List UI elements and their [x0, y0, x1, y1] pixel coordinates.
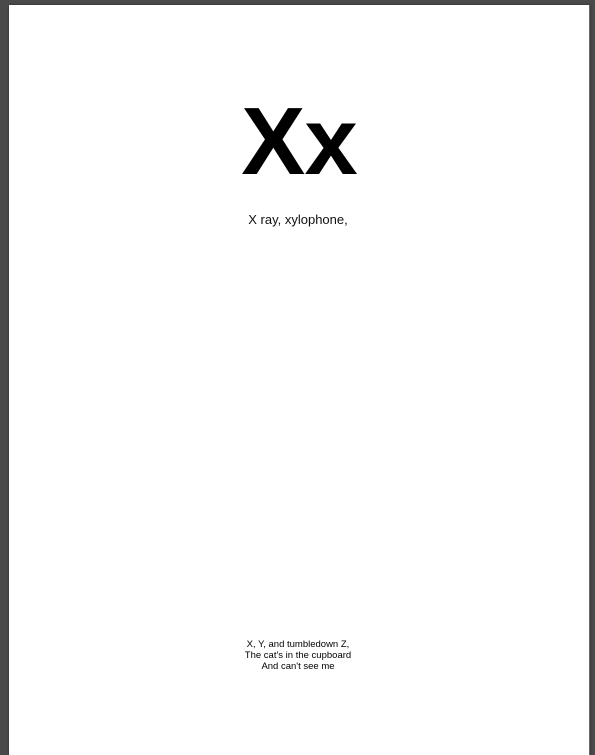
rhyme-line: The cat's in the cupboard: [244, 650, 352, 661]
document-page: Xx X ray, xylophone, X, Y, and tumbledow…: [9, 5, 590, 755]
letter-heading: Xx: [241, 88, 357, 195]
rhyme-line: X, Y, and tumbledown Z,: [246, 639, 350, 650]
document-viewer: Xx X ray, xylophone, X, Y, and tumbledow…: [0, 0, 595, 755]
rhyme-verse: X, Y, and tumbledown Z, The cat's in the…: [9, 639, 587, 672]
rhyme-line: And can't see me: [261, 661, 335, 672]
example-words: X ray, xylophone,: [248, 212, 348, 227]
